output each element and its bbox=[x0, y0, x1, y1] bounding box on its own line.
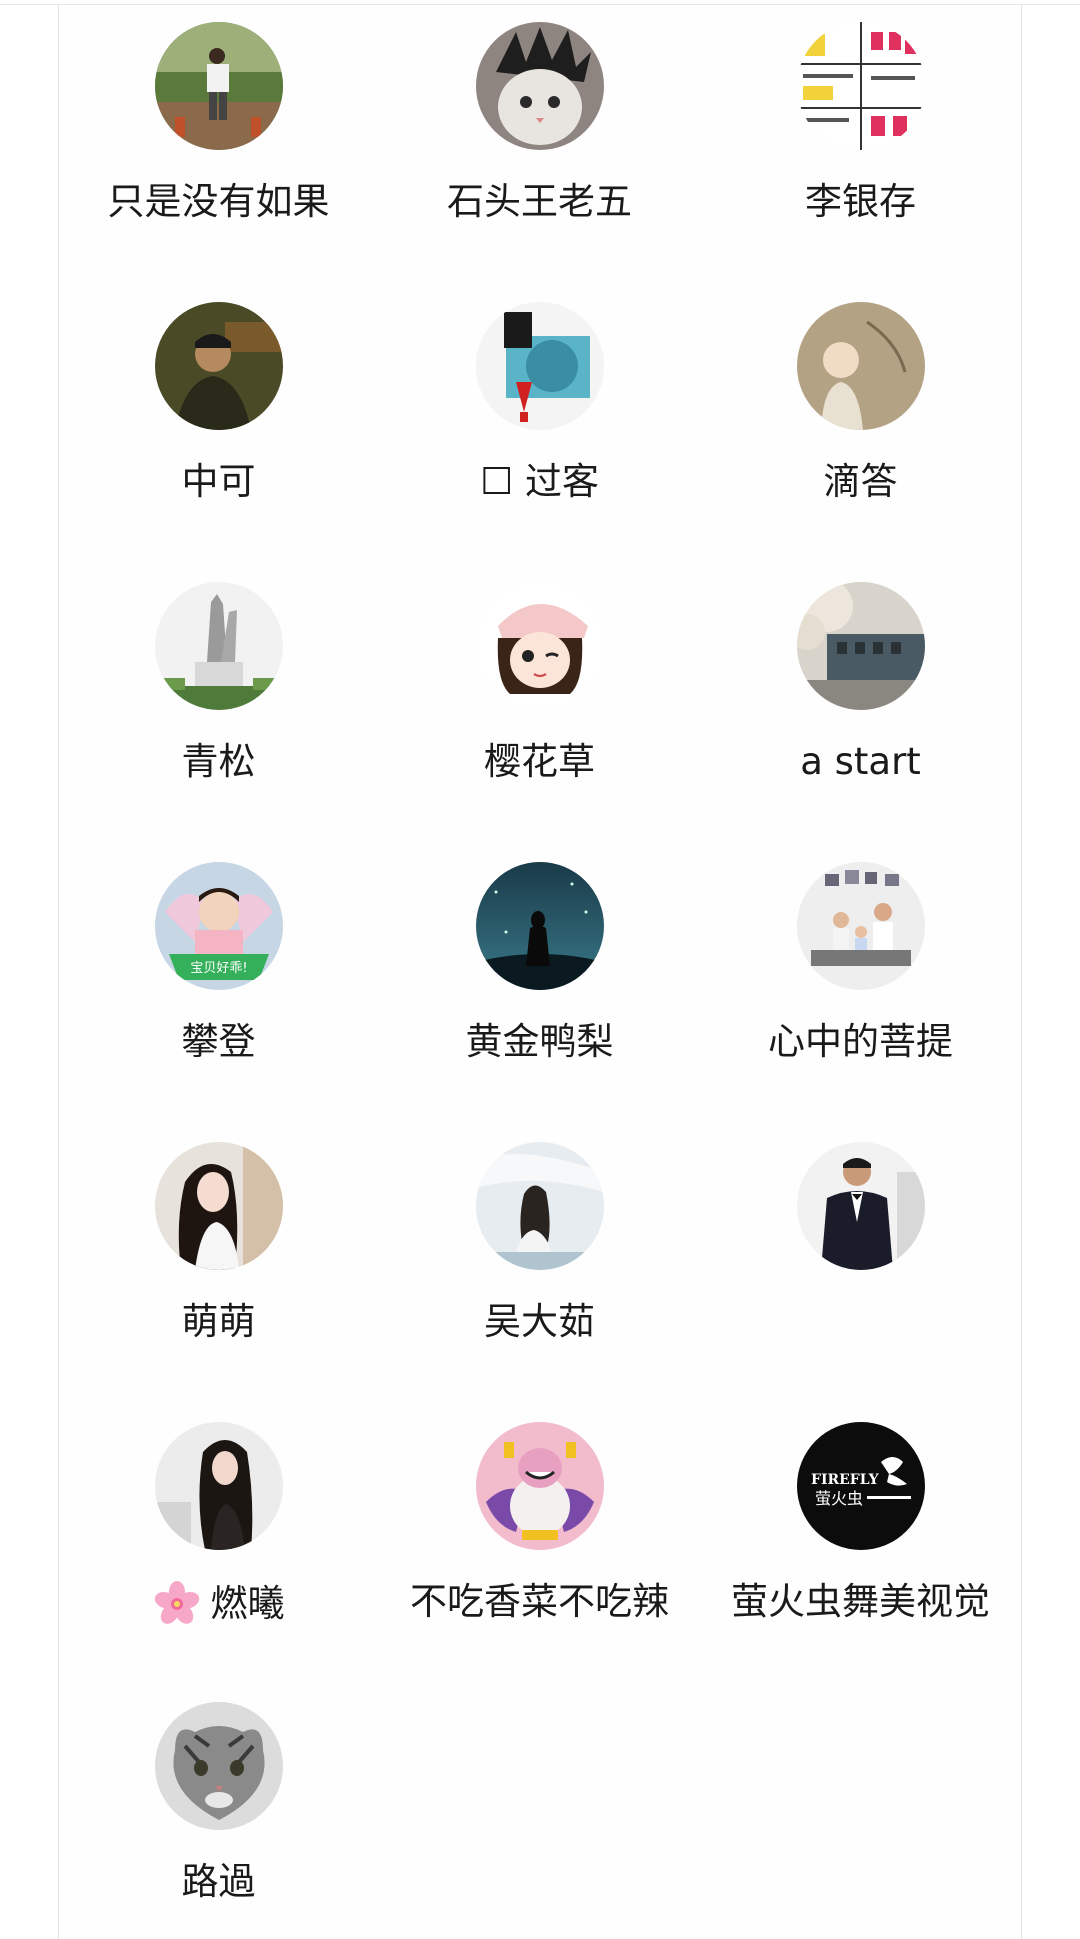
member-name: 燃曦 bbox=[153, 1580, 285, 1628]
member-name: 石头王老五 bbox=[447, 180, 632, 223]
member-item[interactable]: 燃曦 bbox=[58, 1400, 379, 1670]
cat-wig-photo-icon[interactable] bbox=[475, 22, 604, 150]
man-tuxedo-photo-icon[interactable] bbox=[796, 1142, 925, 1270]
firefly-logo-icon[interactable]: FIREFLY 萤火虫 bbox=[796, 1422, 925, 1550]
woman-sky-photo-icon[interactable] bbox=[475, 1142, 604, 1270]
member-name: 路過 bbox=[181, 1860, 256, 1903]
member-item[interactable]: 黄金鸭梨 bbox=[379, 840, 700, 1110]
svg-text:萤火虫: 萤火虫 bbox=[815, 1489, 863, 1508]
woman-long-hair-photo-icon[interactable] bbox=[154, 1422, 283, 1550]
member-name: 滴答 bbox=[823, 460, 898, 503]
tabby-cat-photo-icon[interactable] bbox=[154, 1702, 283, 1830]
man-standing-photo-icon[interactable] bbox=[154, 22, 283, 150]
member-item[interactable]: ☐ 过客 bbox=[379, 280, 700, 550]
member-name: 樱花草 bbox=[484, 740, 595, 783]
member-item[interactable]: 只是没有如果 bbox=[58, 0, 379, 270]
baby-monk-photo-icon[interactable] bbox=[796, 302, 925, 430]
comic-panels-icon[interactable] bbox=[796, 22, 925, 150]
member-item[interactable]: 吴大茹 bbox=[379, 1120, 700, 1390]
member-name: 萤火虫舞美视觉 bbox=[731, 1580, 990, 1623]
member-name: 心中的菩提 bbox=[768, 1020, 953, 1063]
member-name: 中可 bbox=[181, 460, 256, 503]
member-item[interactable]: 萌萌 bbox=[58, 1120, 379, 1390]
member-item[interactable]: 青松 bbox=[58, 560, 379, 830]
member-item[interactable]: 滴答 bbox=[700, 280, 1021, 550]
member-name: a start bbox=[800, 740, 921, 783]
member-name: 黄金鸭梨 bbox=[465, 1020, 614, 1063]
member-item[interactable]: 宝贝好乖! 攀登 bbox=[58, 840, 379, 1110]
member-item[interactable]: 路過 bbox=[58, 1680, 379, 1939]
night-sky-silhouette-icon[interactable] bbox=[475, 862, 604, 990]
member-name: 李银存 bbox=[805, 180, 916, 223]
member-item[interactable]: 不吃香菜不吃辣 bbox=[379, 1400, 700, 1670]
man-portrait-photo-icon[interactable] bbox=[154, 302, 283, 430]
member-name: 不吃香菜不吃辣 bbox=[410, 1580, 669, 1623]
cherry-blossom-icon bbox=[153, 1580, 201, 1628]
cartoon-girl-icon[interactable] bbox=[475, 582, 604, 710]
member-name: 攀登 bbox=[181, 1020, 256, 1063]
member-name: 吴大茹 bbox=[484, 1300, 595, 1343]
girl-portrait-photo-icon[interactable] bbox=[154, 1142, 283, 1270]
member-name: ☐ 过客 bbox=[480, 460, 599, 503]
member-name: 萌萌 bbox=[181, 1300, 256, 1343]
cartoon-character-icon[interactable] bbox=[475, 1422, 604, 1550]
member-item[interactable]: 石头王老五 bbox=[379, 0, 700, 270]
family-photo-icon[interactable] bbox=[796, 862, 925, 990]
member-item[interactable]: 樱花草 bbox=[379, 560, 700, 830]
member-item[interactable]: FIREFLY 萤火虫 萤火虫舞美视觉 bbox=[700, 1400, 1021, 1670]
members-grid: 只是没有如果 石头王老五 李银存 中可 ☐ 过客 滴答 青松 樱花草 a sta… bbox=[58, 0, 1020, 1939]
baby-photo-icon[interactable]: 宝贝好乖! bbox=[154, 862, 283, 990]
statue-photo-icon[interactable] bbox=[154, 582, 283, 710]
svg-text:宝贝好乖!: 宝贝好乖! bbox=[190, 961, 247, 976]
member-item[interactable]: a start bbox=[700, 560, 1021, 830]
svg-text:FIREFLY: FIREFLY bbox=[811, 1472, 880, 1488]
group-members-page: 只是没有如果 石头王老五 李银存 中可 ☐ 过客 滴答 青松 樱花草 a sta… bbox=[0, 0, 1080, 1939]
poster-graphic-icon[interactable] bbox=[475, 302, 604, 430]
member-item[interactable]: 心中的菩提 bbox=[700, 840, 1021, 1110]
member-item[interactable]: 中可 bbox=[58, 280, 379, 550]
member-name: 青松 bbox=[181, 740, 256, 783]
member-item[interactable] bbox=[700, 1120, 1021, 1390]
member-item[interactable]: 李银存 bbox=[700, 0, 1021, 270]
train-blossom-photo-icon[interactable] bbox=[796, 582, 925, 710]
member-name: 只是没有如果 bbox=[107, 180, 330, 223]
